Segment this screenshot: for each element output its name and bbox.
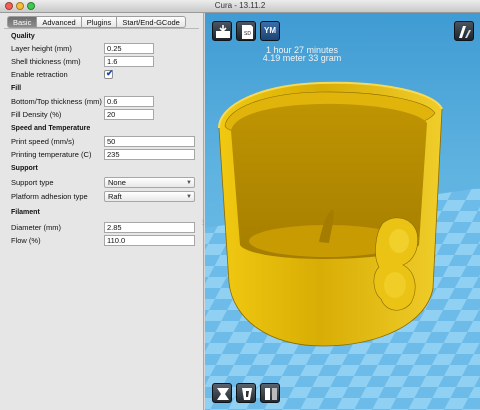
- section-filament-header: Filament: [11, 209, 40, 216]
- diameter-label: Diameter (mm): [11, 223, 61, 232]
- tab-basic[interactable]: Basic: [7, 16, 38, 28]
- print-estimate-info: 1 hour 27 minutes 4.19 meter 33 gram: [247, 46, 357, 63]
- window-title: Cura - 13.11.2: [214, 1, 266, 10]
- svg-text:SD: SD: [244, 31, 251, 37]
- tab-plugins[interactable]: Plugins: [81, 16, 118, 28]
- load-model-button[interactable]: [212, 21, 232, 41]
- platform-adhesion-select[interactable]: Raft ▼: [104, 191, 195, 202]
- section-quality-header: Quality: [11, 33, 35, 40]
- layer-height-input[interactable]: [104, 43, 154, 54]
- settings-panel: Basic Advanced Plugins Start/End-GCode Q…: [0, 13, 206, 410]
- tab-start-end-gcode[interactable]: Start/End-GCode: [117, 16, 186, 28]
- shell-thickness-input[interactable]: [104, 56, 154, 67]
- scale-button[interactable]: [236, 383, 256, 403]
- section-fill-header: Fill: [11, 85, 22, 92]
- checkmark-icon: ✔: [106, 68, 114, 78]
- youmagine-button[interactable]: YM: [260, 21, 280, 41]
- mirror-button[interactable]: [260, 383, 280, 403]
- chevron-down-icon: ▼: [186, 180, 192, 186]
- settings-tabs: Basic Advanced Plugins Start/End-GCode: [7, 16, 186, 28]
- print-speed-input[interactable]: [104, 136, 195, 147]
- bottom-top-thickness-label: Bottom/Top thickness (mm): [11, 97, 102, 106]
- 3d-viewport[interactable]: SD YM 1 hour 27 minutes 4.19 meter 33 gr…: [205, 13, 480, 410]
- view-mode-button[interactable]: [454, 21, 474, 41]
- flow-input[interactable]: [104, 235, 195, 246]
- support-type-value: None: [108, 178, 126, 187]
- youmagine-icon: YM: [264, 26, 276, 35]
- platform-adhesion-value: Raft: [108, 192, 122, 201]
- flow-label: Flow (%): [11, 236, 41, 245]
- mirror-icon: [265, 388, 277, 400]
- support-type-label: Support type: [11, 178, 54, 187]
- printing-temperature-label: Printing temperature (C): [11, 150, 92, 159]
- section-speed-header: Speed and Temperature: [11, 125, 91, 132]
- chevron-down-icon: ▼: [186, 194, 192, 200]
- printing-temperature-input[interactable]: [104, 149, 195, 160]
- save-sd-icon: SD: [242, 25, 253, 39]
- build-plate-scene: [205, 81, 480, 410]
- layer-height-label: Layer height (mm): [11, 44, 72, 53]
- fill-density-input[interactable]: [104, 109, 154, 120]
- view-mode-icon: [459, 26, 471, 38]
- support-type-select[interactable]: None ▼: [104, 177, 195, 188]
- enable-retraction-label: Enable retraction: [11, 70, 68, 79]
- bottom-top-thickness-input[interactable]: [104, 96, 154, 107]
- rotate-icon: [217, 388, 229, 400]
- tab-advanced[interactable]: Advanced: [37, 16, 82, 28]
- section-support-header: Support: [11, 165, 38, 172]
- save-sd-button[interactable]: SD: [236, 21, 256, 41]
- tab-divider: [4, 28, 199, 29]
- window-title-bar: Cura - 13.11.2: [0, 0, 480, 13]
- diameter-input[interactable]: [104, 222, 195, 233]
- scale-icon: [242, 388, 252, 400]
- platform-adhesion-label: Platform adhesion type: [11, 192, 88, 201]
- fill-density-label: Fill Density (%): [11, 110, 62, 119]
- load-model-icon: [216, 25, 230, 38]
- material-usage-text: 4.19 meter 33 gram: [262, 53, 342, 63]
- enable-retraction-checkbox[interactable]: ✔: [104, 68, 114, 79]
- rotate-button[interactable]: [212, 383, 232, 403]
- print-speed-label: Print speed (mm/s): [11, 137, 75, 146]
- shell-thickness-label: Shell thickness (mm): [11, 57, 81, 66]
